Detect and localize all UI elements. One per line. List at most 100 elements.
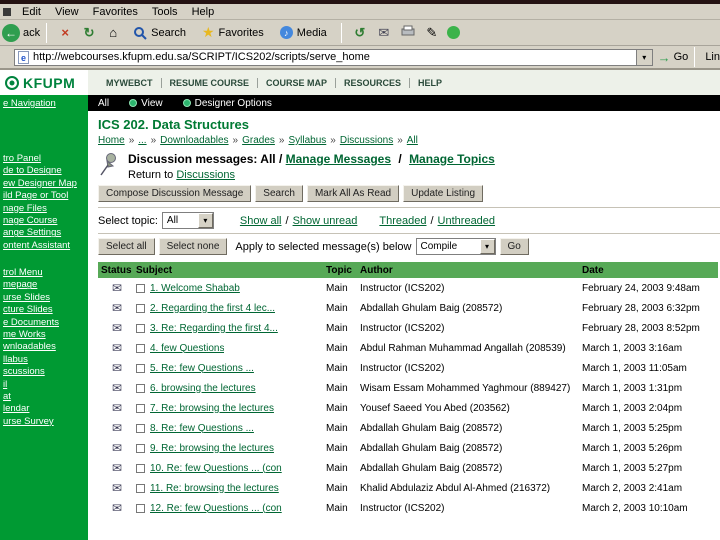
show-unread-link[interactable]: Show unread (293, 215, 358, 227)
sidebar-link[interactable]: at (3, 391, 88, 403)
print-icon[interactable] (398, 25, 418, 40)
topic-select[interactable]: All ▾ (161, 212, 214, 229)
select-none-button[interactable]: Select none (158, 238, 228, 255)
message-checkbox[interactable] (136, 363, 145, 373)
sidebar-link[interactable]: ontent Assistant (3, 240, 88, 252)
message-checkbox[interactable] (136, 403, 145, 413)
sidebar-link[interactable]: scussions (3, 366, 88, 378)
message-checkbox[interactable] (136, 343, 145, 353)
breadcrumb-link[interactable]: Syllabus (275, 135, 326, 146)
message-subject-link[interactable]: 9. Re: browsing the lectures (150, 443, 274, 454)
designer-options-toggle[interactable]: Designer Options (182, 98, 272, 109)
show-all-link[interactable]: Show all (240, 215, 282, 227)
message-checkbox[interactable] (136, 503, 145, 513)
breadcrumb-link[interactable]: ... (125, 135, 146, 146)
action-button[interactable]: Compose Discussion Message (98, 185, 252, 202)
breadcrumb-link[interactable]: All (393, 135, 418, 146)
sidebar-link[interactable]: ild Page or Tool (3, 190, 88, 202)
message-subject-link[interactable]: 5. Re: few Questions ... (150, 363, 254, 374)
messenger-icon[interactable] (446, 26, 460, 39)
message-subject-link[interactable]: 10. Re: few Questions ... (con (150, 463, 282, 474)
unthreaded-link[interactable]: Unthreaded (438, 215, 496, 227)
message-checkbox[interactable] (136, 323, 145, 333)
menu-item[interactable]: Tools (145, 6, 185, 18)
manage-topics-link[interactable]: Manage Topics (409, 152, 495, 166)
hide-navigation-link[interactable]: e Navigation (3, 98, 56, 110)
message-author: Yousef Saeed You Abed (203562) (360, 402, 510, 414)
message-checkbox[interactable] (136, 283, 145, 293)
sidebar-link[interactable]: trol Menu (3, 267, 88, 279)
stop-icon[interactable]: × (55, 25, 75, 40)
message-subject-link[interactable]: 12. Re: few Questions ... (con (150, 503, 282, 514)
message-subject-link[interactable]: 11. Re: browsing the lectures (150, 483, 279, 494)
top-nav-link[interactable]: HELP (409, 77, 450, 88)
message-checkbox[interactable] (136, 423, 145, 433)
go-submit-button[interactable]: Go (499, 238, 529, 255)
action-button[interactable]: Search (255, 185, 303, 202)
message-checkbox[interactable] (136, 443, 145, 453)
menu-item[interactable]: Edit (15, 6, 48, 18)
select-all-button[interactable]: Select all (98, 238, 155, 255)
sidebar-link[interactable]: llabus (3, 354, 88, 366)
top-nav-link[interactable]: RESUME COURSE (160, 77, 258, 88)
go-button[interactable]: → Go (658, 50, 689, 65)
manage-messages-link[interactable]: Manage Messages (286, 152, 391, 166)
threaded-link[interactable]: Threaded (379, 215, 426, 227)
address-input[interactable]: e http://webcourses.kfupm.edu.sa/SCRIPT/… (14, 48, 637, 66)
search-button[interactable]: Search (127, 24, 192, 42)
breadcrumb-link[interactable]: Home (98, 135, 125, 146)
message-subject-link[interactable]: 7. Re: browsing the lectures (150, 403, 274, 414)
sidebar-link[interactable]: il (3, 379, 88, 391)
message-subject-link[interactable]: 6. browsing the lectures (150, 383, 256, 394)
sidebar-link[interactable]: mepage (3, 279, 88, 291)
address-dropdown-button[interactable]: ▾ (636, 48, 653, 66)
message-subject-link[interactable]: 2. Regarding the first 4 lec... (150, 303, 275, 314)
message-checkbox[interactable] (136, 463, 145, 473)
refresh-icon[interactable]: ↻ (79, 25, 99, 41)
message-subject-link[interactable]: 3. Re: Regarding the first 4... (150, 323, 278, 334)
view-toggle[interactable]: View (129, 98, 163, 109)
sidebar-link[interactable]: urse Survey (3, 416, 88, 428)
compile-select[interactable]: Compile ▾ (415, 238, 496, 255)
links-label[interactable]: Lin (705, 51, 720, 63)
menu-item[interactable]: View (48, 6, 86, 18)
sidebar-link[interactable]: nage Course (3, 215, 88, 227)
message-checkbox[interactable] (136, 483, 145, 493)
sidebar-link[interactable]: urse Slides (3, 292, 88, 304)
messages-table: Status Subject Topic Author Date ✉ 1. We… (98, 262, 718, 518)
breadcrumb-link[interactable]: Downloadables (147, 135, 228, 146)
sidebar-link[interactable]: cture Slides (3, 304, 88, 316)
message-checkbox[interactable] (136, 383, 145, 393)
sidebar-link[interactable]: nage Files (3, 203, 88, 215)
breadcrumb-link[interactable]: Grades (229, 135, 275, 146)
breadcrumb-link[interactable]: Discussions (326, 135, 393, 146)
menu-item[interactable]: Favorites (86, 6, 145, 18)
action-button[interactable]: Mark All As Read (306, 185, 400, 202)
return-discussions-link[interactable]: Discussions (176, 169, 235, 181)
sidebar-link[interactable]: ange Settings (3, 227, 88, 239)
sidebar-link[interactable]: wnloadables (3, 341, 88, 353)
sidebar-link[interactable]: ew Designer Map (3, 178, 88, 190)
favorites-button[interactable]: ★ Favorites (196, 22, 270, 43)
sidebar-link[interactable]: me Works (3, 329, 88, 341)
media-button[interactable]: ♪ Media (274, 24, 333, 41)
sidebar-link[interactable]: e Documents (3, 317, 88, 329)
message-subject-link[interactable]: 8. Re: few Questions ... (150, 423, 254, 434)
home-icon[interactable]: ⌂ (103, 25, 123, 40)
back-button[interactable]: ← ack (2, 23, 40, 42)
history-icon[interactable]: ↺ (350, 25, 370, 41)
sidebar-link[interactable]: de to Designe (3, 165, 88, 177)
top-nav-link[interactable]: MYWEBCT (98, 78, 161, 88)
filter-all-label[interactable]: All (98, 98, 109, 109)
top-nav-link[interactable]: COURSE MAP (257, 77, 335, 88)
menu-item[interactable]: Help (185, 6, 222, 18)
message-checkbox[interactable] (136, 303, 145, 313)
action-button[interactable]: Update Listing (403, 185, 484, 202)
message-subject-link[interactable]: 4. few Questions (150, 343, 224, 354)
mail-icon[interactable]: ✉ (374, 25, 394, 41)
sidebar-link[interactable]: lendar (3, 403, 88, 415)
edit-icon[interactable]: ✎ (422, 25, 442, 41)
sidebar-link[interactable]: tro Panel (3, 153, 88, 165)
top-nav-link[interactable]: RESOURCES (335, 77, 409, 88)
message-subject-link[interactable]: 1. Welcome Shabab (150, 283, 240, 294)
